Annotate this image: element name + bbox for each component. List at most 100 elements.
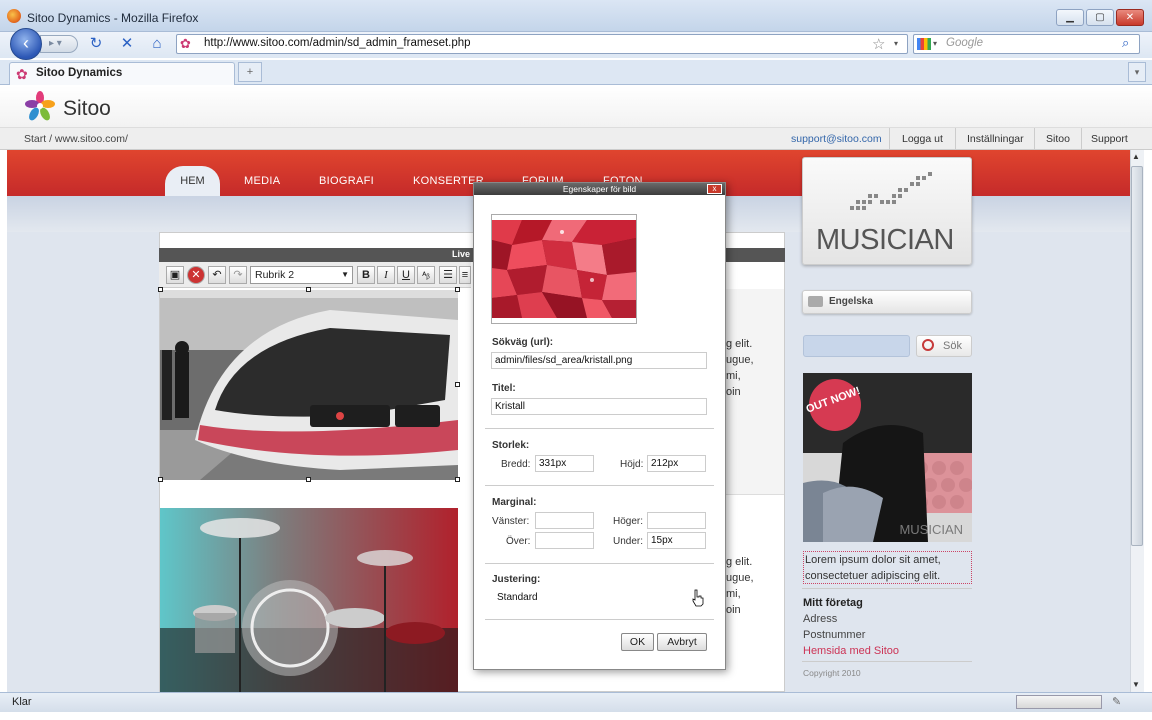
cancel-icon[interactable]: ✕ <box>187 266 205 284</box>
sidebar-divider <box>802 661 972 662</box>
bold-button[interactable]: B <box>357 266 375 284</box>
body-line: mi, <box>726 588 741 600</box>
tab-favicon-icon: ✿ <box>16 66 28 82</box>
dialog-close-button[interactable]: x <box>707 184 722 194</box>
resize-handle-b[interactable] <box>306 477 311 482</box>
height-label: Höjd: <box>620 459 644 470</box>
margin-bottom-input[interactable]: 15px <box>647 532 706 549</box>
site-search-input[interactable] <box>803 335 910 357</box>
body-line: g elit. <box>726 338 753 350</box>
editor-label: Live <box>452 249 471 259</box>
support-link[interactable]: Support <box>1081 128 1137 150</box>
google-icon[interactable] <box>917 38 931 50</box>
sitoo-logo-icon <box>25 91 55 121</box>
underline-button[interactable]: U <box>397 266 415 284</box>
bookmark-star-icon[interactable]: ☆ <box>872 35 885 53</box>
title-input[interactable]: Kristall <box>491 398 707 415</box>
home-icon[interactable]: ⌂ <box>147 35 167 53</box>
bullet-list-icon[interactable]: ☰ <box>439 266 457 284</box>
language-label[interactable]: Engelska <box>829 296 873 307</box>
margin-right-input[interactable] <box>647 512 706 529</box>
tab-label[interactable]: Sitoo Dynamics <box>36 67 122 79</box>
height-input[interactable]: 212px <box>647 455 706 472</box>
scroll-up-icon[interactable]: ▲ <box>1132 152 1140 161</box>
margin-top-input[interactable] <box>535 532 594 549</box>
nav-hem[interactable]: HEM <box>165 166 220 196</box>
search-engine-dropdown-icon[interactable]: ▾ <box>933 39 937 48</box>
body-line: ugue, <box>726 572 754 584</box>
body-text-2[interactable]: g elit. ugue, mi, oin <box>726 554 754 618</box>
settings-link[interactable]: Inställningar <box>955 128 1035 150</box>
sitoo-link[interactable]: Sitoo <box>1034 128 1081 150</box>
size-label: Storlek: <box>492 440 530 451</box>
speech-bubble-icon <box>808 296 823 307</box>
margin-left-input[interactable] <box>535 512 594 529</box>
copyright-text: Copyright 2010 <box>803 668 861 678</box>
redo-icon[interactable]: ↷ <box>229 266 247 284</box>
body-line: oin <box>726 604 741 616</box>
new-tab-button[interactable]: + <box>238 62 262 82</box>
reload-icon[interactable]: ↻ <box>86 35 106 53</box>
firefox-icon <box>7 9 21 23</box>
numbered-list-icon[interactable]: ≡ <box>459 266 471 284</box>
maximize-button[interactable]: ▢ <box>1086 9 1114 26</box>
width-input[interactable]: 331px <box>535 455 594 472</box>
italic-button[interactable]: I <box>377 266 395 284</box>
sitoo-homepage-link[interactable]: Hemsida med Sitoo <box>803 643 899 659</box>
path-input[interactable]: admin/files/sd_area/kristall.png <box>491 352 707 369</box>
body-text-1[interactable]: g elit. ugue, mi, oin <box>726 336 754 400</box>
train-photo[interactable] <box>160 290 458 480</box>
promo-text[interactable]: Lorem ipsum dolor sit amet, consectetuer… <box>803 551 972 584</box>
support-email-link[interactable]: support@sitoo.com <box>781 128 892 150</box>
dialog-title: Egenskaper för bild <box>474 183 725 195</box>
drums-photo[interactable] <box>160 508 458 692</box>
align-select[interactable]: Standard <box>491 589 707 606</box>
cancel-button[interactable]: Avbryt <box>657 633 707 651</box>
logout-link[interactable]: Logga ut <box>889 128 955 150</box>
body-line: mi, <box>726 370 741 382</box>
promo-image[interactable]: OUT NOW! MUSICIAN <box>803 373 972 542</box>
scroll-down-icon[interactable]: ▼ <box>1132 680 1140 689</box>
resize-handle-bl[interactable] <box>158 477 163 482</box>
chevron-down-icon: ▼ <box>341 270 349 279</box>
company-info: Mitt företag Adress Postnummer Hemsida m… <box>803 595 899 659</box>
status-progress <box>1016 695 1102 709</box>
paragraph-style-select[interactable]: Rubrik 2 ▼ <box>250 266 353 284</box>
close-window-button[interactable]: ✕ <box>1116 9 1144 26</box>
spellcheck-icon[interactable]: ᴬᵦ <box>417 266 435 284</box>
history-dropdown-icon[interactable]: ▾ <box>894 39 898 48</box>
music-notes-icon <box>850 172 932 210</box>
nav-media[interactable]: MEDIA <box>244 175 280 187</box>
stop-icon[interactable]: ✕ <box>117 35 137 53</box>
margin-left-label: Vänster: <box>492 516 530 527</box>
promo-wordmark: MUSICIAN <box>899 522 963 537</box>
ok-button[interactable]: OK <box>621 633 654 651</box>
resize-handle-br[interactable] <box>455 477 460 482</box>
musician-wordmark: MUSICIAN <box>816 224 954 256</box>
nav-biografi[interactable]: BIOGRAFI <box>319 175 374 187</box>
resize-handle-tl[interactable] <box>158 287 163 292</box>
minimize-button[interactable]: ▁ <box>1056 9 1084 26</box>
forward-button[interactable]: ▸ ▾ <box>40 35 78 53</box>
resize-handle-r[interactable] <box>455 382 460 387</box>
undo-icon[interactable]: ↶ <box>208 266 226 284</box>
site-favicon-icon: ✿ <box>180 36 191 51</box>
scroll-thumb[interactable] <box>1131 166 1143 546</box>
back-button[interactable]: ‹ <box>10 28 42 60</box>
tab-list-button[interactable]: ▾ <box>1128 62 1146 82</box>
resize-handle-tr[interactable] <box>455 287 460 292</box>
dialog-divider <box>485 619 714 620</box>
save-icon[interactable]: ▣ <box>166 266 184 284</box>
resize-handle-t[interactable] <box>306 287 311 292</box>
language-button[interactable] <box>802 290 972 314</box>
address-bar-url[interactable]: http://www.sitoo.com/admin/sd_admin_fram… <box>204 37 471 49</box>
search-placeholder[interactable]: Google <box>946 37 983 49</box>
status-text: Klar <box>12 696 32 708</box>
company-name: Mitt företag <box>803 597 863 609</box>
width-label: Bredd: <box>501 459 531 470</box>
search-go-icon[interactable]: ⌕ <box>1122 35 1129 51</box>
window-title: Sitoo Dynamics - Mozilla Firefox <box>27 11 199 25</box>
margin-label: Marginal: <box>492 497 537 508</box>
body-line: oin <box>726 386 741 398</box>
breadcrumb[interactable]: Start / www.sitoo.com/ <box>24 133 128 145</box>
